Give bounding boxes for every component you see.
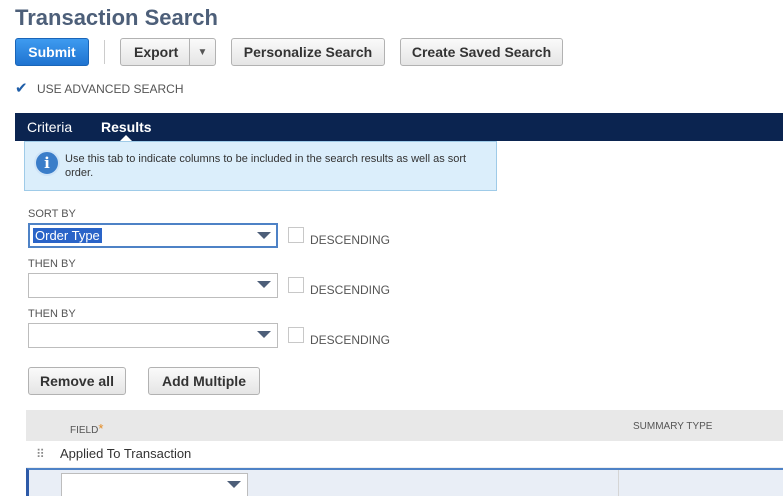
submit-button[interactable]: Submit [15, 38, 89, 66]
drag-handle-icon[interactable]: ⠿ [36, 447, 45, 461]
add-multiple-label: Add Multiple [162, 373, 246, 389]
submit-button-label: Submit [28, 44, 76, 60]
column-divider [618, 470, 619, 496]
remove-all-label: Remove all [40, 373, 114, 389]
then-by-select-1[interactable] [28, 273, 278, 298]
add-multiple-button[interactable]: Add Multiple [148, 367, 260, 395]
export-dropdown-arrow-icon[interactable]: ▼ [189, 39, 215, 65]
then-by-2-descending-checkbox[interactable] [288, 327, 304, 343]
info-message-text: Use this tab to indicate columns to be i… [65, 153, 467, 179]
sort-by-value: Order Type [33, 228, 102, 243]
sort-by-descending-checkbox[interactable] [288, 227, 304, 243]
chevron-down-icon[interactable] [257, 281, 271, 288]
then-by-1-descending-checkbox[interactable] [288, 277, 304, 293]
info-icon: i [34, 150, 60, 176]
required-asterisk: * [98, 421, 104, 436]
then-by-label-1: THEN BY [28, 258, 76, 270]
new-field-select[interactable] [61, 473, 248, 496]
summary-type-column-header: SUMMARY TYPE [633, 421, 713, 432]
export-button[interactable]: Export ▼ [120, 38, 216, 66]
page-title: Transaction Search [15, 5, 218, 30]
use-advanced-search-label: USE ADVANCED SEARCH [37, 82, 184, 96]
create-saved-search-label: Create Saved Search [411, 44, 552, 60]
tab-bar: Criteria Results [15, 113, 783, 141]
checkmark-icon[interactable]: ✔ [15, 81, 29, 96]
sort-by-descending-label: DESCENDING [310, 233, 391, 247]
then-by-1-descending-label: DESCENDING [310, 283, 391, 297]
info-message: i Use this tab to indicate columns to be… [24, 141, 497, 191]
personalize-search-label: Personalize Search [243, 44, 373, 60]
table-row-field: Applied To Transaction [60, 446, 192, 461]
tab-criteria[interactable]: Criteria [27, 119, 72, 135]
export-button-label: Export [134, 44, 179, 60]
then-by-label-2: THEN BY [28, 308, 76, 320]
create-saved-search-button[interactable]: Create Saved Search [400, 38, 563, 66]
tab-results[interactable]: Results [101, 119, 152, 135]
then-by-2-descending-label: DESCENDING [310, 333, 391, 347]
results-table-header: FIELD* SUMMARY TYPE [26, 410, 783, 441]
sort-by-select[interactable]: Order Type [28, 223, 278, 248]
table-row[interactable]: ⠿ Applied To Transaction [26, 441, 783, 468]
field-column-header: FIELD* [70, 421, 103, 436]
chevron-down-icon[interactable] [227, 481, 241, 488]
sort-by-label: SORT BY [28, 208, 76, 220]
then-by-select-2[interactable] [28, 323, 278, 348]
field-column-label: FIELD [70, 425, 99, 436]
remove-all-button[interactable]: Remove all [28, 367, 126, 395]
new-table-row[interactable] [26, 468, 783, 496]
chevron-down-icon[interactable] [257, 331, 271, 338]
use-advanced-search-checkbox[interactable]: ✔ USE ADVANCED SEARCH [15, 81, 184, 96]
personalize-search-button[interactable]: Personalize Search [231, 38, 385, 66]
chevron-down-icon[interactable] [257, 232, 271, 239]
toolbar-divider [104, 40, 105, 64]
